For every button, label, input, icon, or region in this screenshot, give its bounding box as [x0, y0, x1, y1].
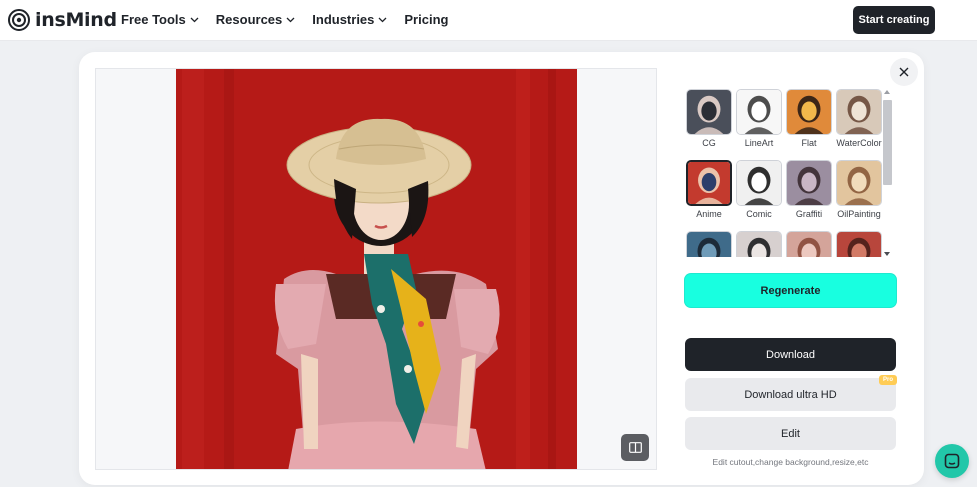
logo-spiral-icon [8, 9, 30, 31]
style-option[interactable]: Flat [786, 89, 832, 160]
style-thumbnail [836, 89, 882, 135]
style-option[interactable]: Comic [736, 160, 782, 231]
style-thumbnail [736, 160, 782, 206]
nav-resources-label: Resources [215, 12, 283, 27]
chevron-down-icon [190, 17, 199, 22]
style-thumbnail [786, 89, 832, 135]
download-button[interactable]: Download [685, 338, 896, 371]
nav-industries[interactable]: Industries [312, 12, 387, 27]
style-thumbnail [686, 231, 732, 257]
style-option[interactable]: Anime [686, 160, 732, 231]
style-thumbnail [686, 160, 732, 206]
nav-free-tools-label: Free Tools [121, 12, 186, 27]
nav-free-tools[interactable]: Free Tools [121, 12, 199, 27]
edit-button[interactable]: Edit [685, 417, 896, 450]
start-creating-button[interactable]: Start creating [853, 6, 935, 34]
chat-icon [944, 453, 960, 469]
style-thumbnail [786, 160, 832, 206]
close-icon [899, 67, 909, 77]
style-label: WaterColor [836, 138, 882, 148]
style-thumbnail [786, 231, 832, 257]
nav-pricing-label: Pricing [404, 12, 449, 27]
style-label: LineArt [744, 138, 774, 148]
style-thumbnail [736, 89, 782, 135]
generated-artwork-image [176, 69, 577, 469]
style-label: OilPainting [837, 209, 881, 219]
nav-pricing[interactable]: Pricing [404, 12, 448, 27]
style-option[interactable] [786, 231, 832, 257]
style-label: Graffiti [795, 209, 823, 219]
scroll-thumb[interactable] [883, 100, 892, 185]
style-thumbnail [686, 89, 732, 135]
top-navigation-bar: insMind Free Tools Resources Industries … [0, 0, 977, 41]
compare-icon [628, 442, 642, 453]
style-option[interactable] [686, 231, 732, 257]
style-grid: CG LineArt Flat WaterColor Anime Comic Graffit… [686, 89, 896, 257]
scroll-down-arrow-icon[interactable] [884, 252, 890, 256]
style-option[interactable]: Graffiti [786, 160, 832, 231]
style-option[interactable]: OilPainting [836, 160, 882, 231]
style-thumbnail [836, 231, 882, 257]
chevron-down-icon [378, 17, 387, 22]
style-label: Anime [696, 209, 722, 219]
brand-name: insMind [35, 9, 117, 31]
style-label: Comic [746, 209, 772, 219]
compare-button[interactable] [621, 434, 649, 461]
style-thumbnail [736, 231, 782, 257]
close-button[interactable] [890, 58, 918, 86]
style-option[interactable] [836, 231, 882, 257]
style-thumbnail [836, 160, 882, 206]
brand-logo[interactable]: insMind [8, 8, 117, 32]
pro-badge: Pro [879, 375, 897, 385]
image-preview-area [95, 68, 657, 470]
regenerate-button[interactable]: Regenerate [685, 274, 896, 307]
style-label: Flat [801, 138, 817, 148]
nav-resources[interactable]: Resources [216, 12, 295, 27]
chevron-down-icon [286, 17, 295, 22]
download-ultra-hd-button[interactable]: Download ultra HD [685, 378, 896, 411]
style-option[interactable]: LineArt [736, 89, 782, 160]
style-option[interactable]: WaterColor [836, 89, 882, 160]
chat-support-button[interactable] [935, 444, 969, 478]
style-option[interactable]: CG [686, 89, 732, 160]
style-selector: CG LineArt Flat WaterColor Anime Comic Graffit… [686, 89, 896, 257]
style-scrollbar[interactable] [883, 89, 893, 257]
result-modal: CG LineArt Flat WaterColor Anime Comic Graffit… [79, 52, 924, 485]
style-label: CG [702, 138, 716, 148]
style-option[interactable] [736, 231, 782, 257]
scroll-up-arrow-icon[interactable] [884, 90, 890, 94]
edit-hint-text: Edit cutout,change background,resize,etc [712, 457, 869, 467]
main-nav: Free Tools Resources Industries Pricing [121, 12, 465, 27]
nav-industries-label: Industries [312, 12, 375, 27]
